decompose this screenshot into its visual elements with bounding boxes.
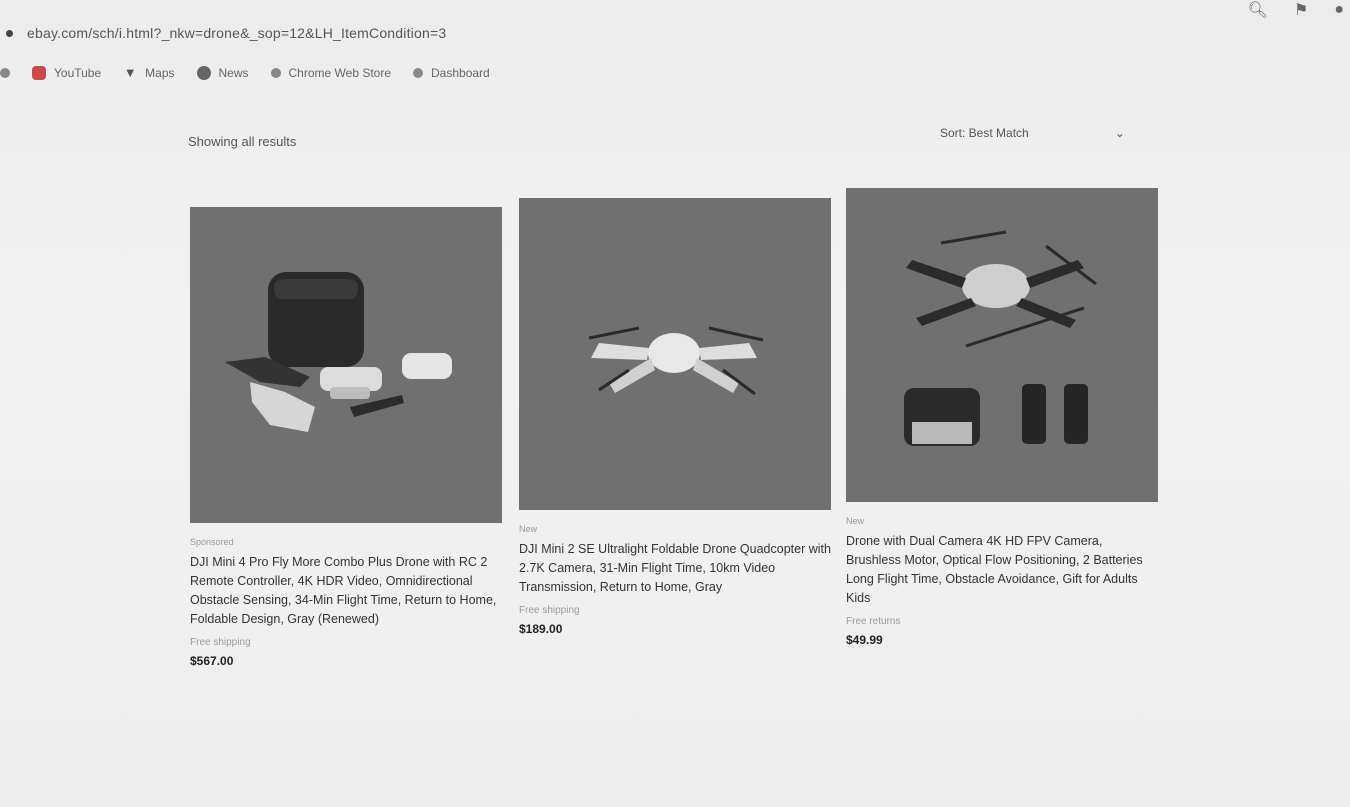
toolbar-icons: 🔍︎ ⚑ ● <box>1248 0 1344 20</box>
product-title[interactable]: DJI Mini 4 Pro Fly More Combo Plus Drone… <box>190 553 502 629</box>
shipping-info: Free shipping <box>519 605 580 616</box>
profile-icon[interactable]: ● <box>1334 1 1344 19</box>
product-badge: New <box>846 516 865 526</box>
globe-icon <box>196 66 211 80</box>
product-image[interactable] <box>846 188 1158 502</box>
shipping-info: Free shipping <box>190 637 251 648</box>
maps-icon: ▼ <box>123 65 137 80</box>
product-price: $189.00 <box>519 622 563 636</box>
shipping-info: Free returns <box>846 616 901 627</box>
product-image[interactable] <box>519 198 831 510</box>
product-badge: New <box>519 524 538 534</box>
product-card[interactable]: New Drone with Dual Camera 4K HD FPV Cam… <box>846 188 1158 647</box>
product-image[interactable] <box>190 207 502 523</box>
bookmark-dashboard[interactable]: Dashboard <box>413 66 490 80</box>
product-card[interactable]: Sponsored DJI Mini 4 Pro Fly More Combo … <box>190 207 502 668</box>
puzzle-icon <box>270 68 281 78</box>
site-info-icon[interactable] <box>6 29 13 37</box>
youtube-icon <box>32 66 46 80</box>
sort-label: Sort: Best Match <box>940 126 1029 140</box>
bookmark-web-store[interactable]: Chrome Web Store <box>270 66 391 80</box>
bookmark-apps[interactable] <box>0 68 10 78</box>
bookmark-youtube[interactable]: YouTube <box>32 66 101 80</box>
drone-with-controller-image <box>904 230 1097 446</box>
product-title[interactable]: DJI Mini 2 SE Ultralight Foldable Drone … <box>519 540 831 597</box>
product-title[interactable]: Drone with Dual Camera 4K HD FPV Camera,… <box>846 532 1158 608</box>
product-price: $49.99 <box>846 633 883 647</box>
drone-image <box>588 326 764 396</box>
address-bar[interactable]: ebay.com/sch/i.html?_nkw=drone&_sop=12&L… <box>0 18 1350 48</box>
bookmark-maps[interactable]: ▼ Maps <box>123 65 175 81</box>
bookmarks-bar: YouTube ▼ Maps News Chrome Web Store Das… <box>0 58 490 88</box>
url-text[interactable]: ebay.com/sch/i.html?_nkw=drone&_sop=12&L… <box>27 25 446 41</box>
bookmark-news[interactable]: News <box>196 66 249 80</box>
product-price: $567.00 <box>190 654 234 668</box>
product-badge: Sponsored <box>190 537 234 547</box>
sort-dropdown[interactable]: Sort: Best Match ⌄ <box>940 126 1125 140</box>
apps-icon <box>0 68 10 78</box>
product-card[interactable]: New DJI Mini 2 SE Ultralight Foldable Dr… <box>519 198 831 636</box>
search-icon[interactable]: 🔍︎ <box>1248 0 1268 20</box>
bookmark-icon <box>413 68 424 78</box>
extension-icon[interactable]: ⚑ <box>1294 0 1308 20</box>
results-count: Showing all results <box>188 134 297 149</box>
chevron-down-icon: ⌄ <box>1114 126 1125 140</box>
drone-kit-image <box>225 272 452 432</box>
